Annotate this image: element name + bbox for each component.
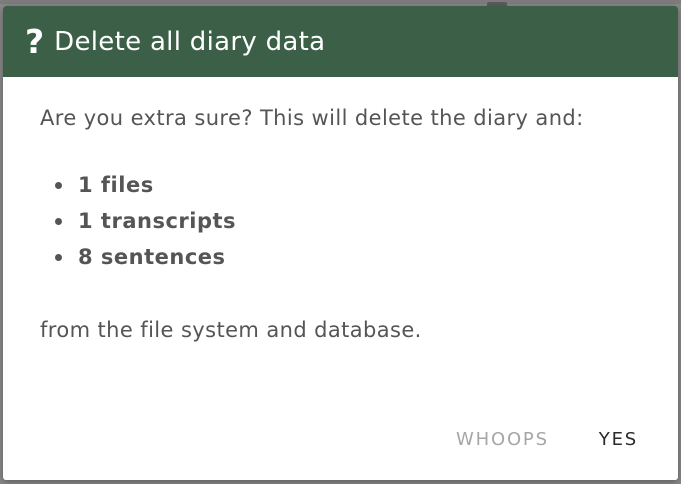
list-item-label: 1 transcripts xyxy=(78,209,237,233)
list-item-label: 8 sentences xyxy=(78,245,226,269)
question-mark-icon: ? xyxy=(25,22,45,61)
dialog-title: Delete all diary data xyxy=(54,26,326,57)
list-item: 8 sentences xyxy=(40,239,642,275)
cancel-button[interactable]: WHOOPS xyxy=(450,425,555,454)
dialog-actions: WHOOPS YES xyxy=(450,425,644,454)
bullet-icon xyxy=(55,181,62,189)
backdrop-edge xyxy=(0,0,681,4)
list-item: 1 transcripts xyxy=(40,203,642,239)
confirm-button[interactable]: YES xyxy=(593,425,644,454)
deletion-summary-list: 1 files 1 transcripts 8 sentences xyxy=(40,167,642,275)
list-item: 1 files xyxy=(40,167,642,203)
dialog-intro-text: Are you extra sure? This will delete the… xyxy=(40,106,584,130)
delete-diary-dialog: ? Delete all diary data Are you extra su… xyxy=(3,6,678,480)
dialog-body: Are you extra sure? This will delete the… xyxy=(3,77,678,350)
dialog-header: ? Delete all diary data xyxy=(3,6,678,77)
bullet-icon xyxy=(55,253,62,261)
dialog-outro-text: from the file system and database. xyxy=(40,318,422,342)
list-item-label: 1 files xyxy=(78,173,154,197)
bullet-icon xyxy=(55,217,62,225)
